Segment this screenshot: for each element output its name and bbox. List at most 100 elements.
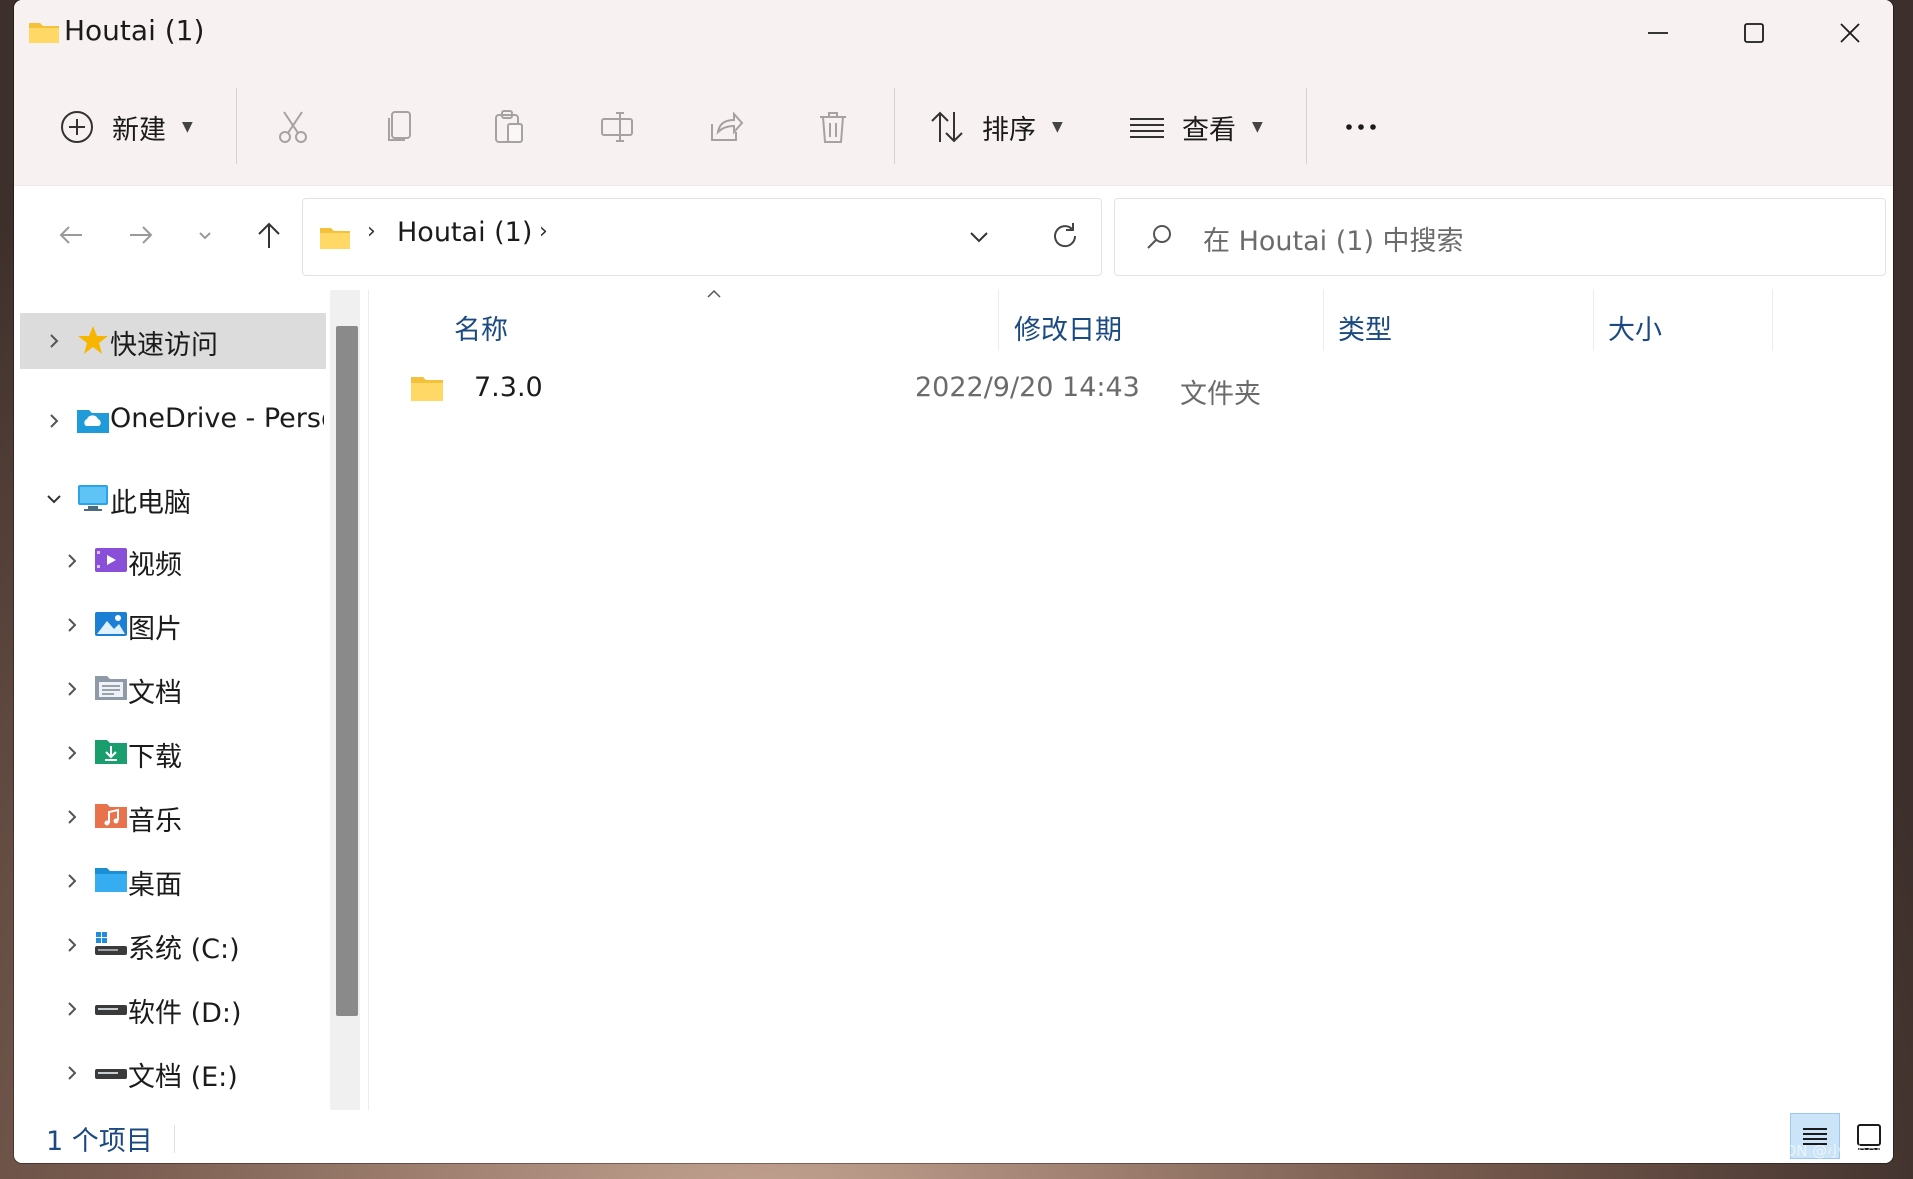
- folder-icon: [320, 228, 350, 249]
- more-icon: [1346, 124, 1376, 130]
- up-button[interactable]: [246, 212, 292, 258]
- star-icon: [78, 326, 108, 354]
- sidebar-item-label: 系统 (C:): [128, 934, 240, 965]
- watermark: CSDN @小新hero: [1764, 1142, 1891, 1160]
- chevron-right-icon: [68, 810, 77, 824]
- search-box[interactable]: 在 Houtai (1) 中搜索: [1114, 198, 1886, 276]
- sidebar-item-label: 文档: [128, 678, 182, 709]
- navigation-pane: 快速访问 OneDrive - Perso 此电脑 视频 图片 文档 下载 音乐…: [14, 283, 326, 1113]
- new-button[interactable]: 新建 ▼: [58, 98, 193, 156]
- column-divider[interactable]: [1323, 289, 1324, 351]
- sidebar-item-label: 文档 (E:): [128, 1062, 238, 1093]
- new-label: 新建: [112, 114, 166, 146]
- sidebar-scrollbar-thumb[interactable]: [336, 326, 358, 1016]
- column-header-size[interactable]: 大小: [1608, 297, 1662, 357]
- paste-icon: [495, 110, 523, 143]
- minimize-icon: [1648, 32, 1668, 34]
- command-bar: 新建 ▼ 排序 ▼ 查看 ▼: [14, 80, 1893, 172]
- arrow-up-icon: [258, 222, 280, 248]
- breadcrumb-separator[interactable]: ›: [539, 219, 548, 244]
- sidebar-item-documents[interactable]: 文档: [20, 661, 332, 717]
- file-list: 名称 修改日期 类型 大小 7.3.0 2022/9/20 14:43 文件夹: [370, 283, 1893, 1113]
- chevron-right-icon: [50, 334, 59, 348]
- minimize-button[interactable]: [1610, 8, 1706, 58]
- status-bar: 1 个项目: [14, 1113, 1893, 1163]
- sidebar-item-label: 视频: [128, 550, 182, 581]
- chevron-right-icon: [68, 1002, 77, 1016]
- maximize-button[interactable]: [1706, 8, 1802, 58]
- rename-button[interactable]: [598, 98, 636, 156]
- drive-d-icon: [95, 1005, 127, 1015]
- close-button[interactable]: [1802, 8, 1893, 58]
- ribbon-divider: [1306, 88, 1307, 164]
- ribbon-divider: [894, 88, 895, 164]
- sidebar-item-desktop[interactable]: 桌面: [20, 853, 332, 909]
- sidebar-item-videos[interactable]: 视频: [20, 533, 332, 589]
- folder-icon: [411, 377, 443, 401]
- chevron-down-icon[interactable]: [963, 221, 995, 253]
- share-button[interactable]: [706, 98, 744, 156]
- file-explorer-window: Houtai (1) 新建 ▼ 排序 ▼ 查看 ▼ › Houtai (1) ›…: [14, 0, 1893, 1163]
- sidebar-item-this-pc[interactable]: 此电脑: [20, 471, 332, 527]
- cut-button[interactable]: [274, 98, 312, 156]
- delete-button[interactable]: [814, 98, 852, 156]
- sidebar-item-label: 快速访问: [110, 330, 218, 361]
- sidebar-item-label: OneDrive - Perso: [110, 403, 324, 434]
- status-divider: [174, 1125, 175, 1153]
- column-header-name[interactable]: 名称: [454, 297, 508, 357]
- recent-locations-button[interactable]: [182, 212, 228, 258]
- sidebar-item-label: 下载: [128, 742, 182, 773]
- sidebar-item-downloads[interactable]: 下载: [20, 725, 332, 781]
- chevron-right-icon: [50, 414, 59, 428]
- maximize-icon: [1744, 23, 1764, 43]
- pictures-icon: [95, 612, 127, 636]
- back-button[interactable]: [48, 212, 94, 258]
- column-divider[interactable]: [998, 289, 999, 351]
- sidebar-item-label: 音乐: [128, 806, 182, 837]
- table-row[interactable]: 7.3.0 2022/9/20 14:43 文件夹: [370, 358, 1870, 422]
- view-button[interactable]: 查看 ▼: [1128, 98, 1263, 156]
- chevron-right-icon: [68, 1066, 77, 1080]
- sidebar-item-drive-e[interactable]: 文档 (E:): [20, 1045, 332, 1101]
- column-header-modified[interactable]: 修改日期: [1014, 297, 1122, 357]
- ribbon-divider: [236, 88, 237, 164]
- refresh-icon[interactable]: [1048, 219, 1082, 253]
- copy-button[interactable]: [382, 98, 420, 156]
- documents-icon: [95, 676, 127, 700]
- pane-divider[interactable]: [368, 290, 369, 1110]
- chevron-down-icon: [47, 495, 61, 504]
- share-icon: [711, 111, 744, 141]
- file-name: 7.3.0: [474, 372, 543, 403]
- column-divider[interactable]: [1593, 289, 1594, 351]
- plus-circle-icon: [61, 111, 93, 143]
- chevron-down-icon: ▼: [182, 119, 193, 135]
- column-header-type[interactable]: 类型: [1338, 297, 1392, 357]
- sidebar-item-quick-access[interactable]: 快速访问: [20, 313, 326, 369]
- chevron-right-icon: [68, 682, 77, 696]
- paste-button[interactable]: [490, 98, 528, 156]
- sidebar-item-label: 软件 (D:): [128, 998, 242, 1029]
- sidebar-item-onedrive[interactable]: OneDrive - Perso: [20, 393, 332, 449]
- sidebar-item-drive-c[interactable]: 系统 (C:): [20, 917, 332, 973]
- chevron-right-icon: [68, 938, 77, 952]
- sidebar-item-music[interactable]: 音乐: [20, 789, 332, 845]
- breadcrumb-separator: ›: [367, 219, 376, 244]
- sort-label: 排序: [982, 114, 1036, 146]
- more-button[interactable]: [1342, 98, 1380, 156]
- search-placeholder: 在 Houtai (1) 中搜索: [1203, 226, 1464, 257]
- sort-button[interactable]: 排序 ▼: [928, 98, 1063, 156]
- address-bar[interactable]: › Houtai (1) ›: [302, 198, 1102, 276]
- drive-e-icon: [95, 1069, 127, 1079]
- sort-ascending-icon: [707, 289, 721, 298]
- column-divider[interactable]: [1772, 289, 1773, 351]
- navigation-bar: › Houtai (1) › 在 Houtai (1) 中搜索: [14, 185, 1893, 284]
- sidebar-item-label: 桌面: [128, 870, 182, 901]
- sort-icon: [931, 111, 963, 143]
- breadcrumb-houtai[interactable]: Houtai (1): [397, 217, 532, 248]
- sidebar-item-drive-d[interactable]: 软件 (D:): [20, 981, 332, 1037]
- forward-button[interactable]: [118, 212, 164, 258]
- music-icon: [95, 804, 127, 828]
- sidebar-item-pictures[interactable]: 图片: [20, 597, 332, 653]
- view-lines-icon: [1130, 118, 1164, 138]
- title-row: Houtai (1): [14, 0, 1893, 66]
